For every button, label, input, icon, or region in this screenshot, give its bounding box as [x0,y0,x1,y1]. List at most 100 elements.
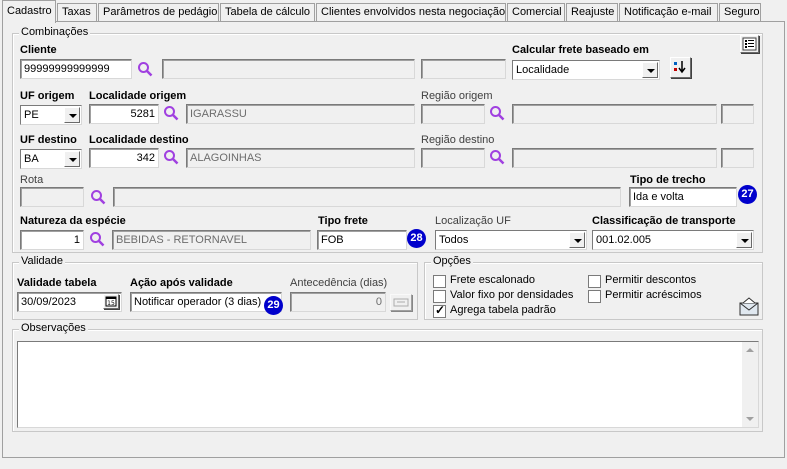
combinacoes-title: Combinações [19,26,91,38]
chevron-down-icon [64,151,80,167]
localidade-origem-search-icon[interactable] [163,105,179,121]
chevron-down-icon [64,107,80,123]
observacoes-scrollbar[interactable] [742,342,758,427]
cliente-nome-field [162,59,415,79]
scroll-up-icon[interactable] [742,342,758,358]
regiao-destino-extra-field [721,148,754,168]
sort-arrows-icon [674,61,686,74]
cliente-search-icon[interactable] [137,61,153,77]
localidade-destino-label: Localidade destino [89,134,189,146]
rota-search-icon[interactable] [90,189,106,205]
permitir-acrescimos-checkbox[interactable] [588,290,601,303]
opcoes-title: Opções [431,255,473,267]
regiao-destino-label: Região destino [421,134,495,146]
tipo-trecho-label: Tipo de trecho [630,174,706,186]
cliente-input[interactable]: 99999999999999 [20,59,132,79]
calcular-frete-select[interactable]: Localidade [512,60,660,80]
regiao-origem-code-field [421,104,485,124]
tab-cadastro[interactable]: Cadastro [2,0,56,23]
svg-text:15: 15 [107,300,115,307]
tab-notificacao-email[interactable]: Notificação e-mail [619,3,718,22]
localizacao-uf-value: Todos [439,234,469,246]
chevron-down-icon [642,62,658,78]
tab-tabela-calculo[interactable]: Tabela de cálculo [220,3,315,22]
classificacao-transporte-label: Classificação de transporte [592,215,736,227]
regiao-destino-search-icon[interactable] [489,149,505,165]
uf-destino-value: BA [24,153,39,165]
antecedencia-label: Antecedência (dias) [290,277,388,289]
valor-fixo-densidades-checkbox[interactable] [433,290,446,303]
localidade-destino-code-input[interactable]: 342 [89,148,159,168]
validade-tabela-value: 30/09/2023 [21,296,77,308]
tipo-frete-badge: 28 [407,229,426,248]
cliente-extra-field [421,59,506,79]
acao-apos-validade-field[interactable]: Notificar operador (3 dias) [130,292,282,312]
rota-nome-field [113,187,621,207]
uf-destino-select[interactable]: BA [20,149,82,169]
natureza-especie-label: Natureza da espécie [20,215,126,227]
calcular-frete-value: Localidade [516,64,570,76]
rota-label: Rota [20,174,44,186]
regiao-origem-nome-field [512,104,717,124]
acao-badge: 29 [264,296,283,315]
regiao-origem-label: Região origem [421,90,493,102]
rota-code-field [20,187,84,207]
tab-seguro[interactable]: Seguro [719,3,761,22]
localidade-origem-nome-field: IGARASSU [186,104,415,124]
uf-origem-select[interactable]: PE [20,105,82,125]
agrega-tabela-padrao-checkbox[interactable] [433,303,446,318]
regiao-origem-extra-field [721,104,754,124]
observacoes-title: Observações [19,322,88,334]
localidade-destino-nome-field: ALAGOINHAS [186,148,415,168]
tab-parametros-pedagio[interactable]: Parâmetros de pedágio [98,3,219,22]
permitir-descontos-checkbox[interactable] [588,275,601,288]
tipo-frete-label: Tipo frete [318,215,368,227]
tab-taxas[interactable]: Taxas [57,3,97,22]
tab-bar: Cadastro Taxas Parâmetros de pedágio Tab… [0,0,787,23]
regiao-origem-search-icon[interactable] [489,105,505,121]
localidade-origem-code-input[interactable]: 5281 [89,104,159,124]
classificacao-transporte-select[interactable]: 001.02.005 [592,230,754,250]
localizacao-uf-select[interactable]: Todos [435,230,587,250]
localidade-destino-search-icon[interactable] [163,149,179,165]
envelope-icon[interactable] [738,297,760,317]
config-button[interactable] [740,35,759,53]
agrega-tabela-padrao-label: Agrega tabela padrão [450,304,556,316]
scroll-down-icon[interactable] [742,411,758,427]
permitir-acrescimos-label: Permitir acréscimos [605,289,702,301]
valor-fixo-densidades-label: Valor fixo por densidades [450,289,574,301]
uf-origem-label: UF origem [20,90,75,102]
tipo-trecho-badge: 27 [738,185,757,204]
calendar-button[interactable]: 15 [103,294,119,309]
tab-comercial[interactable]: Comercial [507,3,565,22]
antecedencia-button[interactable] [390,294,412,311]
keyboard-icon [393,298,409,307]
acao-apos-validade-label: Ação após validade [130,277,233,289]
validade-title: Validade [19,255,65,267]
observacoes-textarea[interactable] [17,341,759,428]
localidade-origem-label: Localidade origem [89,90,187,102]
natureza-nome-field: BEBIDAS - RETORNAVEL [112,230,311,250]
tab-reajuste[interactable]: Reajuste [566,3,618,22]
natureza-code-input[interactable]: 1 [20,230,84,250]
frete-escalonado-checkbox[interactable] [433,275,446,288]
classificacao-transporte-value: 001.02.005 [596,234,652,246]
chevron-down-icon [569,232,585,248]
localizacao-uf-label: Localização UF [435,215,511,227]
sort-button[interactable] [670,57,691,78]
list-settings-icon [742,37,757,51]
tab-clientes-envolvidos[interactable]: Clientes envolvidos nesta negociação [316,3,506,22]
cliente-label: Cliente [20,44,57,56]
tipo-trecho-field[interactable]: Ida e volta [629,187,737,207]
regiao-destino-code-field [421,148,485,168]
uf-origem-value: PE [24,109,39,121]
calcular-frete-label: Calcular frete baseado em [512,44,649,56]
regiao-destino-nome-field [512,148,717,168]
chevron-down-icon [736,232,752,248]
permitir-descontos-label: Permitir descontos [605,274,697,286]
natureza-search-icon[interactable] [89,231,105,247]
frete-escalonado-label: Frete escalonado [450,274,535,286]
tipo-frete-field[interactable]: FOB [317,230,407,250]
validade-tabela-label: Validade tabela [17,277,97,289]
calendar-icon: 15 [105,296,117,307]
